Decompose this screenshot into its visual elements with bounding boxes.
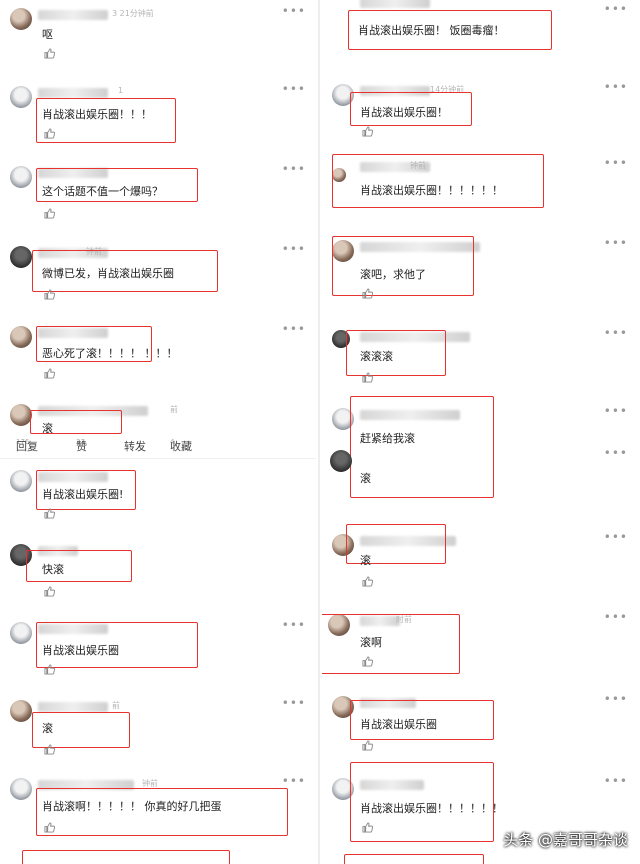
comment-text: 肖战滚出娱乐圈! xyxy=(42,488,124,501)
comment-text: 微博已发，肖战滚出娱乐圈 xyxy=(42,267,174,280)
comment-time: 3 21分钟前 xyxy=(112,9,154,18)
avatar[interactable] xyxy=(330,450,352,472)
comment-time: 1 xyxy=(118,86,124,95)
username-blurred xyxy=(38,88,108,98)
comment-text: 肖战滚出娱乐圈！ xyxy=(360,106,448,119)
thumbs-up-icon[interactable] xyxy=(362,740,373,751)
more-icon[interactable]: ••• xyxy=(282,774,306,788)
highlight-box xyxy=(322,614,460,674)
more-icon[interactable]: ••• xyxy=(604,446,628,460)
more-icon[interactable]: ••• xyxy=(282,242,306,256)
like-button[interactable]: 赞 37 xyxy=(76,438,87,453)
comment-text: 滚 xyxy=(360,554,371,567)
comment-time: 前 xyxy=(112,701,120,710)
thumbs-up-icon[interactable] xyxy=(362,126,373,137)
username-blurred xyxy=(38,10,108,20)
more-icon[interactable]: ••• xyxy=(604,692,628,706)
comment-text: 肖战滚出娱乐圈 xyxy=(360,718,437,731)
more-icon[interactable]: ••• xyxy=(282,82,306,96)
avatar[interactable] xyxy=(10,326,32,348)
more-icon[interactable]: ••• xyxy=(604,156,628,170)
reply-button[interactable]: 回复 176 xyxy=(16,438,38,453)
more-icon[interactable]: ••• xyxy=(604,610,628,624)
thumbs-up-icon[interactable] xyxy=(362,288,373,299)
avatar[interactable] xyxy=(10,8,32,30)
right-comment-column: ••• 肖战滚出娱乐圈！ 饭圈毒瘤！ 14分钟前 ••• 肖战滚出娱乐圈！ 钟前… xyxy=(322,0,638,864)
more-icon[interactable]: ••• xyxy=(282,4,306,18)
thumbs-up-icon[interactable] xyxy=(44,289,55,300)
more-icon[interactable]: ••• xyxy=(604,2,628,16)
left-comment-column: 3 21分钟前 ••• 呕 1 ••• 肖战滚出娱乐圈！！！ ••• 这个话题不… xyxy=(0,0,316,864)
thumbs-up-icon[interactable] xyxy=(362,822,373,833)
divider xyxy=(0,458,316,459)
comment-text: 滚滚滚 xyxy=(360,350,393,363)
comment-text: 肖战滚出娱乐圈！ 饭圈毒瘤！ xyxy=(358,24,505,37)
comment-text: 肖战滚出娱乐圈！！！！！！ xyxy=(360,184,503,197)
avatar[interactable] xyxy=(10,622,32,644)
comment-text: 肖战滚出娱乐圈 xyxy=(42,644,119,657)
watermark: 头条 @嘉哥哥杂谈 xyxy=(503,831,628,849)
comment-text: 滚 xyxy=(42,422,53,435)
more-icon[interactable]: ••• xyxy=(604,326,628,340)
highlight-box xyxy=(332,154,544,208)
avatar[interactable] xyxy=(10,778,32,800)
comment-text: 呕 xyxy=(42,28,53,41)
comment-text: 滚 xyxy=(360,472,371,485)
comment-text: 肖战滚出娱乐圈！！！ xyxy=(42,108,152,121)
more-icon[interactable]: ••• xyxy=(604,236,628,250)
thumbs-up-icon[interactable] xyxy=(44,48,55,59)
post-action-bar: 回复 176 赞 37 转发 收藏 4 xyxy=(0,438,316,456)
comment-text: 恶心死了滚！！！！ ！！！ xyxy=(42,347,178,360)
more-icon[interactable]: ••• xyxy=(282,322,306,336)
thumbs-up-icon[interactable] xyxy=(44,822,55,833)
avatar[interactable] xyxy=(10,404,32,426)
avatar[interactable] xyxy=(10,246,32,268)
thumbs-up-icon[interactable] xyxy=(362,372,373,383)
thumbs-up-icon[interactable] xyxy=(362,576,373,587)
more-icon[interactable]: ••• xyxy=(604,530,628,544)
comment-text: 快滚 xyxy=(42,563,64,576)
comment-text: 滚吧，求他了 xyxy=(360,268,426,281)
comment-text: 赶紧给我滚 xyxy=(360,432,415,445)
highlight-box xyxy=(22,850,230,864)
favorite-button[interactable]: 收藏 4 xyxy=(170,438,192,453)
thumbs-up-icon[interactable] xyxy=(44,586,55,597)
thumbs-up-icon[interactable] xyxy=(44,368,55,379)
comment-text: 肖战滚啊！！！！！ 你真的好几把蛋 xyxy=(42,800,222,813)
comment-text: 滚啊 xyxy=(360,636,382,649)
more-icon[interactable]: ••• xyxy=(604,80,628,94)
avatar[interactable] xyxy=(10,86,32,108)
thumbs-up-icon[interactable] xyxy=(44,744,55,755)
highlight-box xyxy=(344,854,484,864)
thumbs-up-icon[interactable] xyxy=(362,656,373,667)
thumbs-up-icon[interactable] xyxy=(44,208,55,219)
more-icon[interactable]: ••• xyxy=(604,774,628,788)
avatar[interactable] xyxy=(10,470,32,492)
thumbs-up-icon[interactable] xyxy=(44,664,55,675)
comment-time: 前 xyxy=(170,405,178,414)
highlight-box xyxy=(350,396,494,498)
username-blurred xyxy=(360,0,430,8)
more-icon[interactable]: ••• xyxy=(282,618,306,632)
more-icon[interactable]: ••• xyxy=(604,404,628,418)
more-icon[interactable]: ••• xyxy=(282,162,306,176)
avatar[interactable] xyxy=(10,166,32,188)
more-icon[interactable]: ••• xyxy=(282,696,306,710)
column-divider xyxy=(318,0,320,864)
avatar[interactable] xyxy=(10,700,32,722)
thumbs-up-icon[interactable] xyxy=(44,508,55,519)
comment-text: 滚 xyxy=(42,722,53,735)
thumbs-up-icon[interactable] xyxy=(44,128,55,139)
username-blurred xyxy=(38,702,108,712)
comment-text: 肖战滚出娱乐圈！！！！！！ xyxy=(360,802,503,815)
comment-text: 这个话题不值一个爆吗？ xyxy=(42,185,163,198)
repost-button[interactable]: 转发 xyxy=(124,438,146,454)
